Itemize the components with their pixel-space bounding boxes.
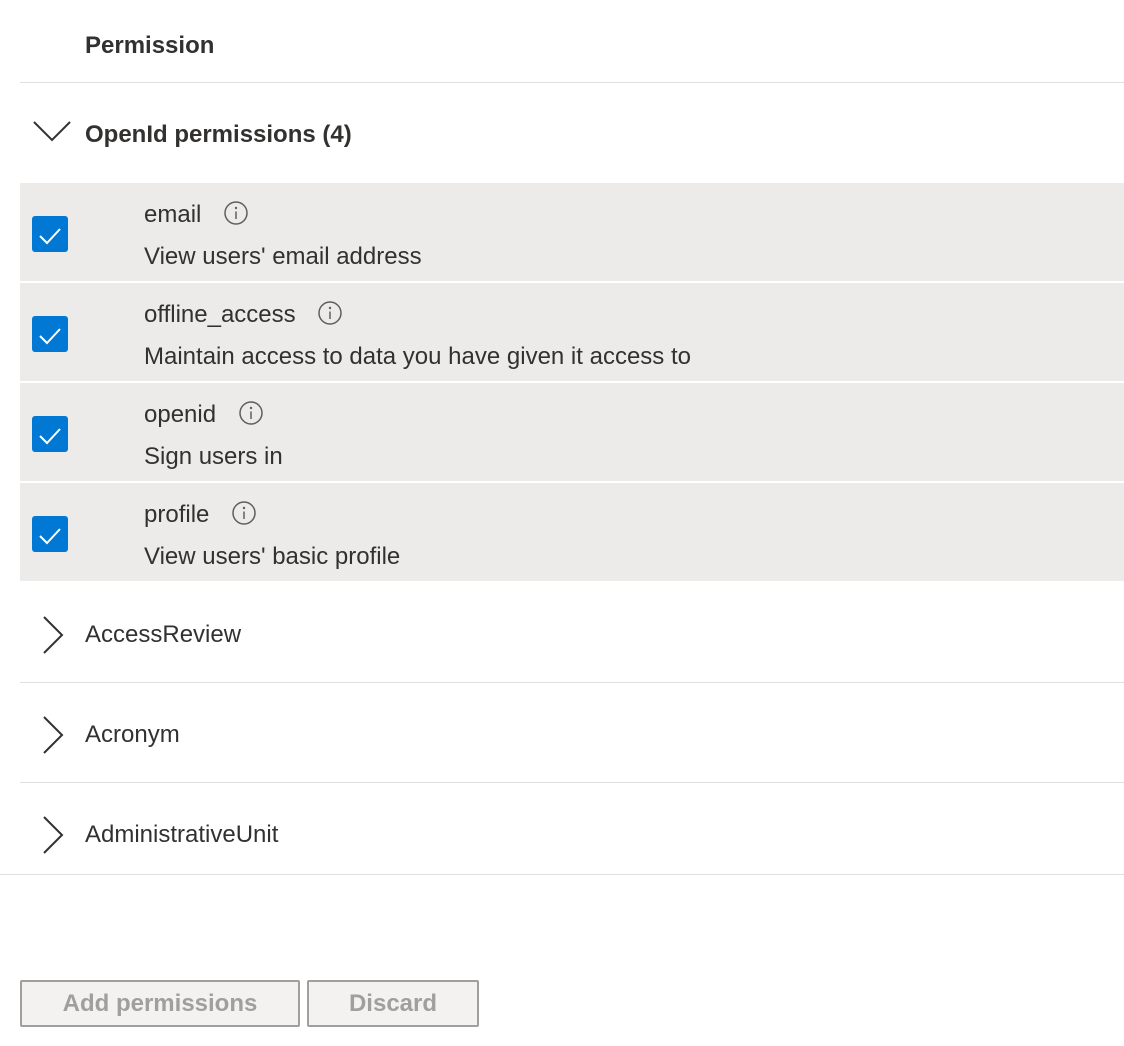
chevron-right-icon[interactable]: [32, 815, 72, 855]
permission-row-email[interactable]: email View users' email address: [20, 183, 1124, 281]
chevron-right-icon[interactable]: [32, 615, 72, 655]
permission-row-openid[interactable]: openid Sign users in: [20, 383, 1124, 481]
checkmark-icon: [39, 328, 61, 345]
checkmark-icon: [39, 528, 61, 545]
permission-name-container: offline_access: [144, 300, 343, 329]
group-accessreview[interactable]: AccessReview: [20, 583, 1124, 683]
permission-name: email: [144, 201, 202, 228]
permission-name: offline_access: [144, 301, 296, 328]
info-icon[interactable]: [239, 400, 263, 425]
group-openid-permissions[interactable]: OpenId permissions (4): [20, 83, 1124, 183]
permission-checkbox-openid[interactable]: [32, 416, 68, 452]
info-icon[interactable]: [224, 200, 248, 225]
api-permissions-page: Permission OpenId permissions (4) email: [0, 0, 1124, 1046]
permission-name: profile: [144, 501, 210, 528]
info-icon[interactable]: [232, 500, 256, 525]
permission-column-header: Permission: [20, 0, 1124, 83]
chevron-right-icon[interactable]: [32, 715, 72, 755]
group-title-administrativeunit: AdministrativeUnit: [85, 821, 279, 848]
group-title-acronym: Acronym: [85, 721, 180, 748]
permission-row-profile[interactable]: profile View users' basic profile: [20, 483, 1124, 581]
permission-checkbox-offline-access[interactable]: [32, 316, 68, 352]
add-permissions-button[interactable]: Add permissions: [20, 980, 300, 1027]
permission-row-offline-access[interactable]: offline_access Maintain access to data y…: [20, 283, 1124, 381]
group-administrativeunit[interactable]: AdministrativeUnit: [20, 783, 1124, 883]
chevron-down-icon[interactable]: [32, 111, 72, 151]
permission-name: openid: [144, 401, 217, 428]
group-title-accessreview: AccessReview: [85, 621, 242, 648]
list-divider: [0, 874, 1124, 875]
permission-description: View users' email address: [144, 243, 422, 270]
permission-description: View users' basic profile: [144, 543, 401, 570]
permission-name-container: openid: [144, 400, 263, 429]
info-icon[interactable]: [318, 300, 343, 325]
checkmark-icon: [39, 428, 61, 445]
permission-name-container: profile: [144, 500, 256, 529]
permission-name-container: email: [144, 200, 248, 229]
permission-description: Maintain access to data you have given i…: [144, 343, 691, 370]
permission-column-label: Permission: [85, 32, 215, 59]
group-title-openid: OpenId permissions (4): [85, 121, 352, 148]
permission-description: Sign users in: [144, 443, 283, 470]
discard-button[interactable]: Discard: [307, 980, 479, 1027]
permission-checkbox-email[interactable]: [32, 216, 68, 252]
permission-checkbox-profile[interactable]: [32, 516, 68, 552]
group-acronym[interactable]: Acronym: [20, 683, 1124, 783]
checkmark-icon: [39, 228, 61, 245]
